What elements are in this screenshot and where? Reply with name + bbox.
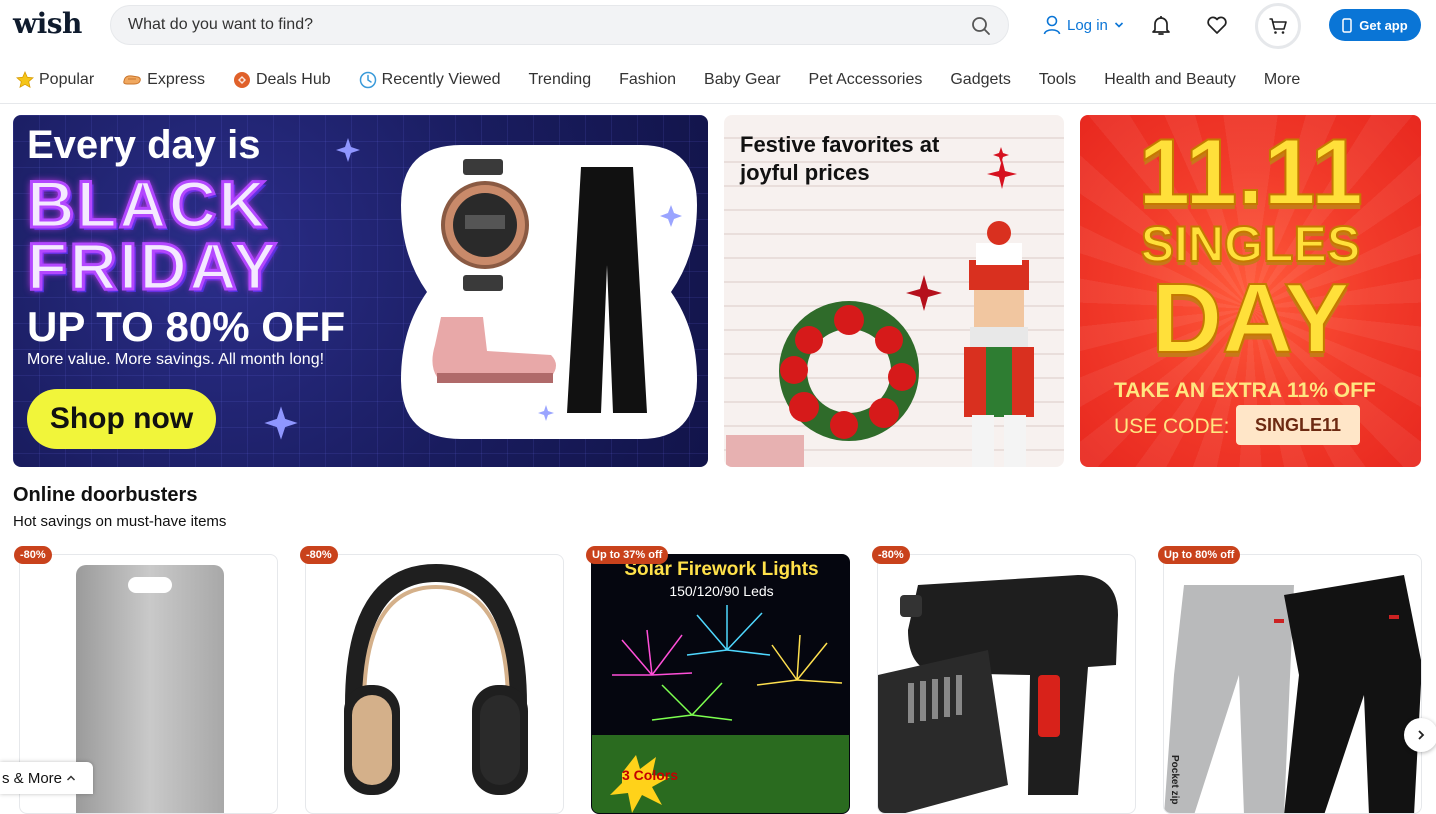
chevron-up-icon [66, 775, 76, 781]
product-image-tag: 3 Colors [622, 767, 679, 783]
nav-item-pet-accessories[interactable]: Pet Accessories [809, 60, 923, 100]
black-friday-banner[interactable]: Every day is BLACK FRIDAY UP TO 80% OFF … [13, 115, 708, 467]
floating-more-tab[interactable]: s & More [0, 762, 93, 794]
wreath-nutcracker-image [726, 147, 1034, 467]
product-card-joggers[interactable]: Pocket zip [1163, 554, 1422, 814]
get-app-button[interactable]: Get app [1329, 9, 1421, 41]
discount-badge: -80% [14, 546, 52, 564]
search-input[interactable] [128, 6, 968, 44]
nav-label: Deals Hub [255, 71, 331, 88]
nav-label: Baby Gear [704, 71, 781, 88]
chevron-down-icon [1114, 22, 1123, 28]
nav-item-express[interactable]: Express [122, 60, 205, 100]
floating-more-label: s & More [2, 769, 63, 787]
banner-headline: Every day is [27, 123, 261, 167]
cart-button[interactable] [1255, 3, 1301, 49]
discount-badge: Up to 80% off [1158, 546, 1241, 564]
banner-black-text: BLACK [26, 167, 268, 241]
singles-text: SINGLES [1140, 216, 1361, 272]
product-image [1164, 575, 1421, 813]
clock-icon [359, 71, 376, 89]
nav-label: Popular [39, 71, 95, 88]
express-icon [123, 75, 141, 85]
nav-label: More [1263, 71, 1301, 88]
wish-logo[interactable]: wish [13, 7, 82, 40]
nav-item-more[interactable]: More [1264, 60, 1300, 100]
nav-label: Recently Viewed [381, 71, 501, 88]
discount-badge: -80% [300, 546, 338, 564]
heart-icon[interactable] [1205, 13, 1229, 37]
nav-label: Gadgets [950, 71, 1011, 88]
nav-label: Health and Beauty [1104, 71, 1236, 88]
banner-offer: UP TO 80% OFF [27, 303, 346, 350]
product-collage-image [401, 145, 697, 439]
nav-item-recently-viewed[interactable]: Recently Viewed [359, 60, 501, 100]
login-label: Log in [1067, 16, 1108, 34]
carousel-next-button[interactable] [1404, 718, 1436, 752]
nav-label: Fashion [619, 71, 677, 88]
nav-label: Trending [528, 71, 592, 88]
search-icon[interactable] [971, 16, 991, 36]
chevron-right-icon [1418, 730, 1425, 740]
sparkle-icon [264, 406, 298, 440]
nav-item-popular[interactable]: Popular [16, 60, 94, 100]
singles-code-label: USE CODE: [1114, 415, 1230, 438]
singles-day-text: DAY [1151, 263, 1351, 373]
banner-friday-text: FRIDAY [26, 229, 279, 303]
product-card-drill[interactable] [877, 554, 1136, 814]
header: wish Log in Get app [0, 0, 1436, 50]
section-subtitle: Hot savings on must-have items [13, 513, 227, 530]
product-image [344, 563, 528, 795]
discount-badge: -80% [872, 546, 910, 564]
sparkle-icon [336, 138, 360, 162]
phone-icon [1342, 17, 1353, 33]
product-card-headphones[interactable] [305, 554, 564, 814]
nav-label: Tools [1038, 71, 1077, 88]
product-card-solar-lights[interactable]: Solar Firework Lights 150/120/90 Leds 3 … [591, 554, 850, 814]
user-icon [1043, 15, 1061, 35]
singles-promo-code: SINGLE11 [1236, 405, 1360, 445]
login-button[interactable]: Log in [1043, 13, 1124, 37]
get-app-label: Get app [1359, 17, 1408, 33]
nav-label: Pet Accessories [808, 71, 923, 88]
product-image-tag: Pocket zip [1169, 755, 1180, 805]
cart-icon [1269, 18, 1287, 34]
star-icon [16, 71, 34, 89]
festive-banner[interactable]: Festive favorites at joyful prices [724, 115, 1064, 467]
bell-icon[interactable] [1149, 13, 1173, 37]
nav-item-baby-gear[interactable]: Baby Gear [704, 60, 780, 100]
nav-item-deals-hub[interactable]: Deals Hub [233, 60, 331, 100]
singles-extra-offer: TAKE AN EXTRA 11% OFF [1114, 379, 1376, 402]
product-image [878, 575, 1118, 813]
search-bar[interactable] [110, 5, 1009, 45]
nav-item-trending[interactable]: Trending [529, 60, 592, 100]
nav-item-health-and-beauty[interactable]: Health and Beauty [1104, 60, 1236, 100]
category-nav: Popular Express Deals Hub Recently Viewe… [0, 60, 1436, 104]
discount-badge: Up to 37% off [586, 546, 669, 564]
banner-subtext: More value. More savings. All month long… [27, 351, 325, 368]
singles-1111-text: 11.11 [1137, 119, 1364, 224]
nav-item-tools[interactable]: Tools [1039, 60, 1076, 100]
section-title: Online doorbusters [13, 484, 198, 506]
nav-item-gadgets[interactable]: Gadgets [950, 60, 1010, 100]
nav-item-fashion[interactable]: Fashion [619, 60, 676, 100]
nav-label: Express [147, 71, 205, 88]
singles-day-banner[interactable]: 11.11 SINGLES DAY TAKE AN EXTRA 11% OFF … [1080, 115, 1421, 467]
shop-now-button[interactable]: Shop now [27, 389, 216, 449]
deals-icon [233, 72, 250, 88]
